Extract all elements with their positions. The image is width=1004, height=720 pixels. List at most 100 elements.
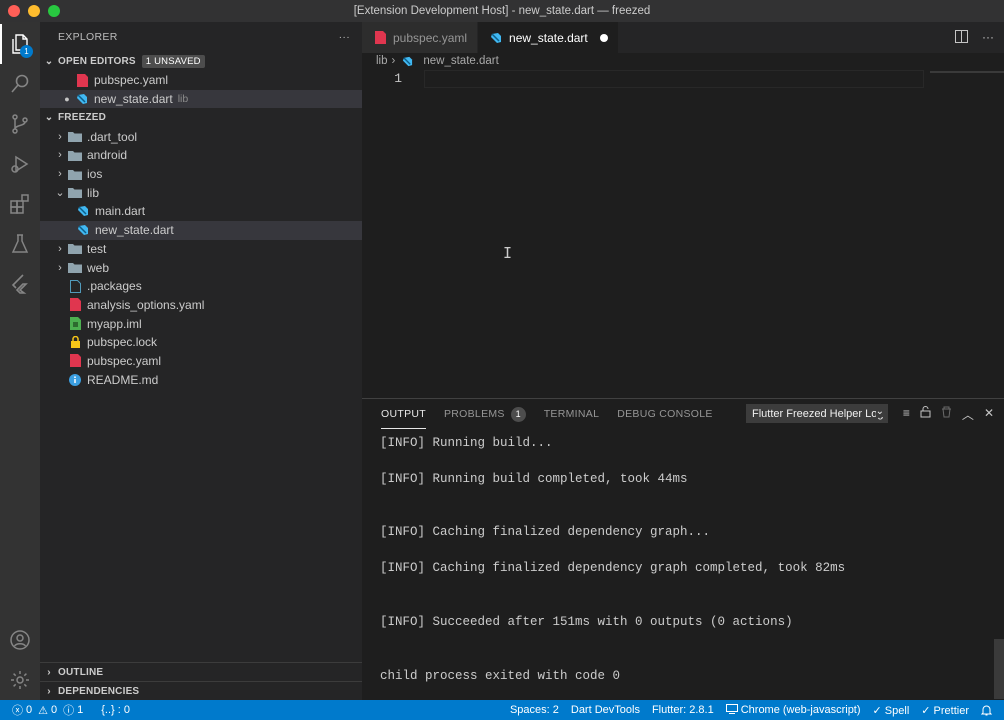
output-channel-select[interactable]: Flutter Freezed Helper Log ⌄ bbox=[746, 404, 888, 423]
flutter-icon[interactable] bbox=[0, 264, 40, 304]
chevron-right-icon: › bbox=[58, 168, 62, 181]
tree-folder-item[interactable]: › .dart_tool bbox=[40, 127, 362, 146]
flutter-version-status[interactable]: Flutter: 2.8.1 bbox=[646, 700, 720, 720]
tree-item-label: .packages bbox=[87, 279, 142, 294]
dependencies-title: DEPENDENCIES bbox=[58, 685, 140, 697]
problems-status[interactable]: ⓧ 0 ⚠ 0 ⓘ 1 bbox=[0, 700, 89, 720]
braces-status[interactable]: {..} : 0 bbox=[95, 700, 136, 720]
tree-file-item[interactable]: pubspec.yaml bbox=[40, 352, 362, 371]
info-icon bbox=[67, 373, 83, 387]
testing-icon[interactable] bbox=[0, 224, 40, 264]
line-number: 1 bbox=[394, 71, 402, 86]
activity-bar: 1 bbox=[0, 22, 40, 700]
unsaved-dot-icon[interactable] bbox=[599, 33, 608, 42]
indentation-status[interactable]: Spaces: 2 bbox=[504, 700, 565, 720]
status-bar: ⓧ 0 ⚠ 0 ⓘ 1 {..} : 0 Spaces: 2 Dart DevT… bbox=[0, 700, 1004, 720]
tree-file-item[interactable]: README.md bbox=[40, 370, 362, 389]
braces-status-label: {..} : 0 bbox=[101, 704, 130, 716]
tree-folder-item[interactable]: › web bbox=[40, 258, 362, 277]
tree-file-item[interactable]: myapp.iml bbox=[40, 314, 362, 333]
open-editor-item[interactable]: ● new_state.dart lib bbox=[40, 89, 362, 109]
tree-folder-item[interactable]: › test bbox=[40, 240, 362, 259]
project-section[interactable]: ⌄ FREEZED bbox=[40, 108, 362, 127]
close-window-button[interactable] bbox=[8, 5, 20, 17]
tree-folder-item[interactable]: › ios bbox=[40, 165, 362, 184]
split-editor-icon[interactable] bbox=[955, 30, 968, 46]
tree-file-item[interactable]: new_state.dart bbox=[40, 220, 362, 240]
tree-file-item[interactable]: main.dart bbox=[40, 202, 362, 221]
chevron-right-icon: › bbox=[47, 666, 51, 678]
prettier-status[interactable]: ✓ Prettier bbox=[915, 700, 975, 720]
open-editor-item[interactable]: pubspec.yaml bbox=[40, 71, 362, 90]
tree-item-label: android bbox=[87, 148, 128, 163]
warning-icon: ⚠ bbox=[38, 704, 48, 717]
trash-icon[interactable] bbox=[941, 406, 952, 423]
scrollbar[interactable] bbox=[994, 639, 1004, 699]
extensions-icon[interactable] bbox=[0, 184, 40, 224]
breadcrumb-file[interactable]: new_state.dart bbox=[423, 55, 498, 67]
dependencies-section[interactable]: › DEPENDENCIES bbox=[40, 681, 362, 700]
maximize-window-button[interactable] bbox=[48, 5, 60, 17]
source-control-icon[interactable] bbox=[0, 104, 40, 144]
accounts-icon[interactable] bbox=[0, 620, 40, 660]
lock-scroll-icon[interactable] bbox=[920, 406, 931, 423]
more-actions-icon[interactable]: ··· bbox=[982, 30, 994, 46]
tree-file-item[interactable]: analysis_options.yaml bbox=[40, 296, 362, 315]
spell-status[interactable]: ✓ Spell bbox=[867, 700, 916, 720]
panel-tab-output[interactable]: OUTPUT bbox=[381, 399, 426, 429]
tab-new-state-dart[interactable]: new_state.dart bbox=[478, 22, 619, 53]
panel-tab-label: TERMINAL bbox=[543, 408, 600, 420]
yaml-icon bbox=[372, 31, 388, 45]
error-icon: ⓧ bbox=[12, 705, 23, 717]
output-log[interactable]: [INFO] Running build... [INFO] Running bu… bbox=[362, 429, 1004, 685]
device-status[interactable]: Chrome (web-javascript) bbox=[720, 700, 867, 720]
clear-output-icon[interactable]: ≡ bbox=[903, 406, 910, 423]
run-debug-icon[interactable] bbox=[0, 144, 40, 184]
manage-gear-icon[interactable] bbox=[0, 660, 40, 700]
tree-file-item[interactable]: pubspec.lock bbox=[40, 333, 362, 352]
tab-pubspec-yaml[interactable]: pubspec.yaml bbox=[362, 22, 479, 53]
yaml-icon bbox=[74, 73, 90, 87]
tab-label: new_state.dart bbox=[509, 30, 588, 45]
code-line[interactable]: 1 bbox=[362, 69, 1004, 88]
panel-tab-label: OUTPUT bbox=[381, 407, 426, 420]
panel-tab-problems[interactable]: PROBLEMS 1 bbox=[444, 399, 526, 429]
bottom-panel: OUTPUT PROBLEMS 1 TERMINAL DEBUG CONSOLE Flu… bbox=[362, 398, 1004, 700]
maximize-panel-icon[interactable]: ︿ bbox=[962, 406, 974, 423]
folder-icon bbox=[67, 130, 83, 144]
panel-tab-label: PROBLEMS bbox=[443, 408, 505, 420]
close-panel-icon[interactable]: ✕ bbox=[984, 406, 994, 423]
search-icon[interactable] bbox=[0, 64, 40, 104]
devtools-status[interactable]: Dart DevTools bbox=[565, 700, 646, 720]
breadcrumb: lib › new_state.dart bbox=[362, 53, 1004, 69]
minimize-window-button[interactable] bbox=[28, 5, 40, 17]
tree-item-label: lib bbox=[87, 185, 100, 200]
tree-item-label: .dart_tool bbox=[87, 129, 138, 144]
minimap[interactable] bbox=[930, 71, 1004, 73]
spell-label: ✓ Spell bbox=[872, 704, 910, 717]
tree-file-item[interactable]: .packages bbox=[40, 277, 362, 296]
breadcrumb-folder[interactable]: lib bbox=[376, 55, 388, 67]
outline-section[interactable]: › OUTLINE bbox=[40, 662, 362, 681]
warning-count: 0 bbox=[51, 704, 58, 716]
chevron-right-icon: › bbox=[58, 149, 62, 162]
panel-tab-terminal[interactable]: TERMINAL bbox=[544, 399, 600, 429]
file-tree: › .dart_tool › android › ios ⌄ lib main.dart new_… bbox=[40, 127, 362, 389]
yaml-icon bbox=[67, 354, 83, 368]
tree-folder-item[interactable]: ⌄ lib bbox=[40, 183, 362, 202]
tree-folder-item[interactable]: › android bbox=[40, 146, 362, 165]
open-editors-list: pubspec.yaml ● new_state.dart lib bbox=[40, 71, 362, 109]
tree-item-label: new_state.dart bbox=[95, 223, 174, 238]
notifications-bell-icon[interactable] bbox=[975, 700, 1004, 720]
explorer-icon[interactable]: 1 bbox=[0, 24, 40, 64]
output-line: [INFO] Succeeded after 151ms with 0 outp… bbox=[380, 614, 793, 629]
panel-tab-debug-console[interactable]: DEBUG CONSOLE bbox=[617, 399, 713, 429]
tree-item-label: myapp.iml bbox=[87, 316, 142, 331]
open-editors-section[interactable]: ⌄ OPEN EDITORS 1 UNSAVED bbox=[40, 52, 362, 71]
unsaved-dot-icon[interactable]: ● bbox=[60, 94, 74, 104]
chevron-down-icon: ⌄ bbox=[55, 187, 65, 200]
more-actions-icon[interactable]: ··· bbox=[339, 31, 350, 43]
open-editor-label: new_state.dart bbox=[94, 92, 173, 107]
